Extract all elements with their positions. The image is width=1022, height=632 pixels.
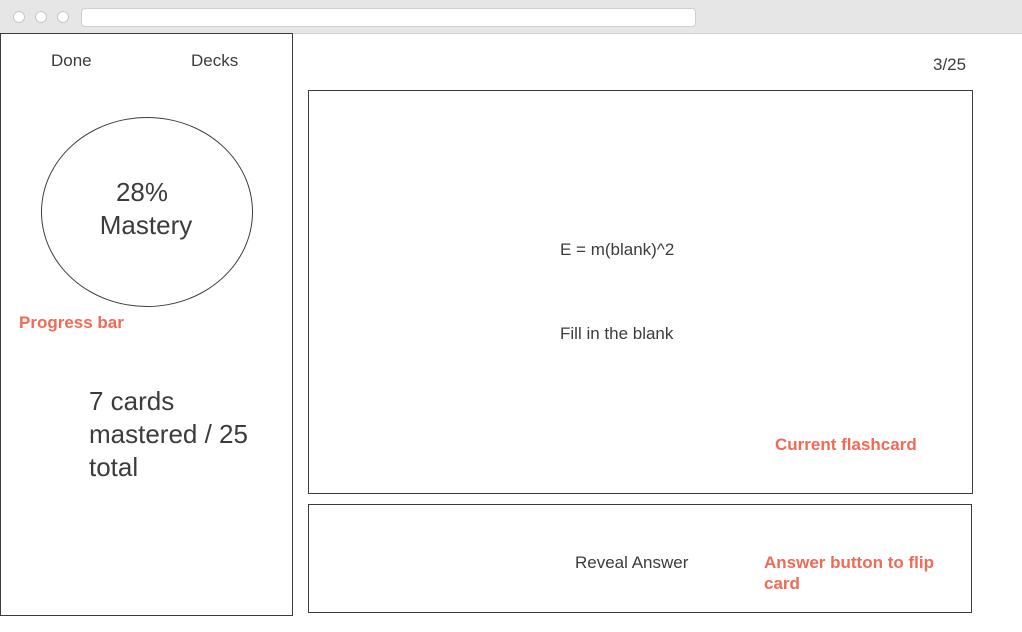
answer-panel: Reveal Answer Answer button to flip card xyxy=(308,504,972,613)
card-counter: 3/25 xyxy=(933,55,967,74)
progress-bar-annotation: Progress bar xyxy=(19,313,124,332)
window-minimize-dot[interactable] xyxy=(35,11,47,23)
flashcard-question: E = m(blank)^2 xyxy=(560,240,675,259)
current-flashcard-annotation: Current flashcard xyxy=(775,435,917,454)
sidebar-panel: Done Decks 28% Mastery Progress bar 7 ca… xyxy=(0,33,293,616)
reveal-answer-button[interactable]: Reveal Answer xyxy=(575,553,688,573)
window-close-dot[interactable] xyxy=(13,11,25,23)
mastery-label: Mastery xyxy=(99,210,193,240)
address-bar[interactable] xyxy=(81,8,696,27)
decks-link[interactable]: Decks xyxy=(191,51,238,71)
mastery-progress-circle: 28% Mastery xyxy=(41,117,253,307)
mastered-summary: 7 cards mastered / 25 total xyxy=(89,386,248,482)
flashcard-instruction: Fill in the blank xyxy=(560,324,674,343)
flashcard[interactable]: E = m(blank)^2 Fill in the blank Current… xyxy=(308,90,973,494)
mastery-percent: 28% xyxy=(115,177,169,207)
done-link[interactable]: Done xyxy=(51,51,92,71)
answer-button-annotation: Answer button to flip card xyxy=(764,553,934,593)
browser-toolbar xyxy=(0,0,1022,34)
window-maximize-dot[interactable] xyxy=(57,11,69,23)
